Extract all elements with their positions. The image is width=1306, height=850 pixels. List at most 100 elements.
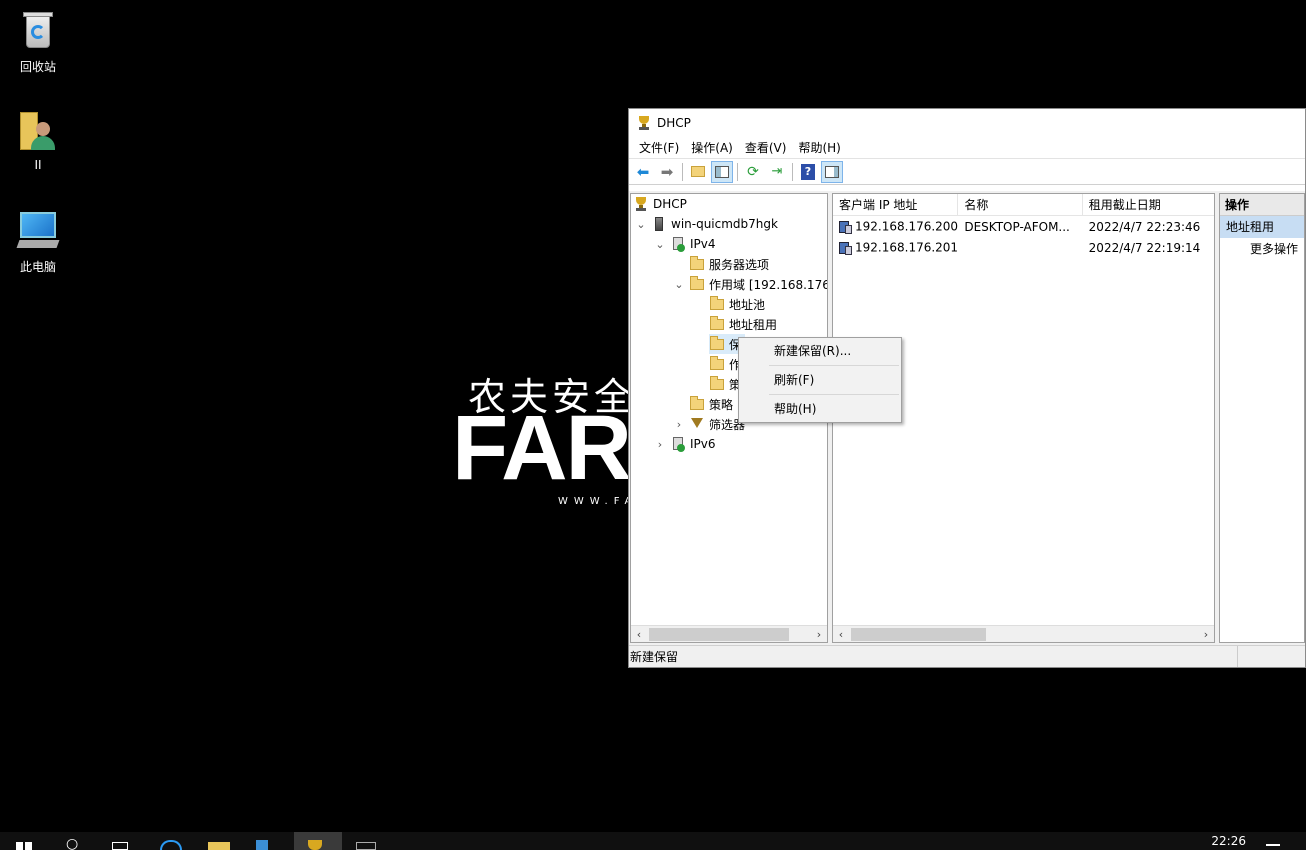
desktop-icon-label: 此电脑	[19, 260, 56, 274]
tree-node-label: IPv6	[690, 437, 716, 451]
lease-expiry: 2022/4/7 22:19:14	[1088, 240, 1201, 255]
tree-node-label: 作用域 [192.168.176.	[709, 277, 828, 292]
policies-icon	[689, 396, 705, 412]
dhcp-taskbar-button[interactable]	[294, 832, 342, 850]
start-windows-icon[interactable]	[16, 842, 32, 850]
export-icon: ⇥	[771, 164, 783, 179]
back-button[interactable]: ⬅	[632, 161, 654, 183]
tree-node-label: 服务器选项	[709, 257, 770, 272]
menu-action[interactable]: 操作(A)	[685, 137, 739, 159]
arrow-left-icon: ⬅	[636, 162, 650, 181]
notification-icon[interactable]	[1266, 844, 1280, 850]
folder-icon	[689, 276, 705, 292]
tree-node-policies[interactable]: 策略	[689, 394, 733, 414]
tree-node-label: 地址租用	[729, 317, 778, 332]
tree-node-label: 策略	[709, 397, 734, 412]
column-header-lease-expiry[interactable]: 租用截止日期	[1083, 194, 1214, 215]
table-row[interactable]: 192.168.176.201 2022/4/7 22:19:14	[833, 237, 1214, 258]
dhcp-window: DHCP 文件(F) 操作(A) 查看(V) 帮助(H) ⬅ ➡ ⟳ ⇥ ? D…	[628, 108, 1306, 668]
task-view-icon[interactable]	[112, 842, 128, 850]
chevron-down-icon[interactable]: ⌄	[673, 278, 685, 291]
dhcp-trophy-icon	[633, 196, 649, 212]
toolbar: ⬅ ➡ ⟳ ⇥ ?	[629, 159, 1305, 185]
computer-icon	[16, 208, 60, 252]
client-name: DESKTOP-AFOM...	[964, 219, 1070, 234]
show-hide-tree-button[interactable]	[711, 160, 733, 183]
tree-node-scope-options[interactable]: 作	[709, 354, 741, 374]
scroll-left-icon[interactable]: ‹	[833, 628, 849, 641]
recycle-bin-icon	[16, 8, 60, 52]
scroll-right-icon[interactable]: ›	[811, 628, 827, 641]
ipv6-icon	[670, 436, 686, 452]
desktop-icon-this-pc[interactable]: 此电脑	[0, 208, 76, 275]
tree-node-address-leases[interactable]: 地址租用	[709, 314, 777, 334]
tree-node-dhcp[interactable]: DHCP	[633, 194, 687, 214]
console-tree-icon	[715, 165, 729, 178]
scroll-left-icon[interactable]: ‹	[631, 628, 647, 641]
more-actions-link[interactable]: 更多操作	[1220, 238, 1304, 260]
taskbar-clock[interactable]: 22:26	[1211, 834, 1246, 848]
menu-help[interactable]: 帮助(H)	[792, 137, 846, 159]
desktop-icon-label: 回收站	[19, 60, 56, 74]
ipv4-icon	[670, 236, 686, 252]
menu-bar: 文件(F) 操作(A) 查看(V) 帮助(H)	[629, 137, 1305, 159]
lease-client-icon	[837, 240, 853, 256]
scroll-right-icon[interactable]: ›	[1198, 628, 1214, 641]
client-ip: 192.168.176.200	[855, 219, 959, 233]
tree-horizontal-scrollbar[interactable]: ‹ ›	[631, 625, 827, 642]
desktop-icon-label: II	[34, 158, 42, 172]
chevron-right-icon[interactable]: ›	[654, 438, 666, 451]
search-icon[interactable]: ○	[66, 836, 78, 850]
command-prompt-icon[interactable]	[356, 842, 376, 850]
internet-explorer-icon[interactable]	[160, 840, 182, 850]
desktop-icon-recycle-bin[interactable]: 回收站	[0, 8, 76, 75]
menu-file[interactable]: 文件(F)	[633, 137, 685, 159]
up-one-level-button[interactable]	[687, 161, 709, 183]
table-row[interactable]: 192.168.176.200 DESKTOP-AFOM... 2022/4/7…	[833, 216, 1214, 237]
menu-item-help[interactable]: 帮助(H)	[739, 396, 901, 422]
folder-up-icon	[691, 166, 705, 177]
tree-node-address-pool[interactable]: 地址池	[709, 294, 765, 314]
server-manager-icon[interactable]	[256, 840, 268, 850]
tree-node-server-options[interactable]: 服务器选项	[689, 254, 769, 274]
tree-node-ipv4[interactable]: ⌄ IPv4	[654, 234, 716, 254]
show-hide-action-pane-button[interactable]	[821, 160, 843, 183]
tree-node-scope[interactable]: ⌄ 作用域 [192.168.176.	[673, 274, 828, 294]
user-folder-icon	[16, 108, 60, 152]
arrow-right-icon: ➡	[660, 162, 674, 181]
tree-node-server[interactable]: ⌄ win-quicmdb7hgk	[635, 214, 778, 234]
forward-button[interactable]: ➡	[656, 161, 678, 183]
tree-node-label: win-quicmdb7hgk	[671, 217, 778, 231]
tree-node-scope-policies[interactable]: 策	[709, 374, 741, 394]
menu-item-new-reservation[interactable]: 新建保留(R)...	[739, 338, 901, 364]
action-section-address-leases[interactable]: 地址租用	[1220, 216, 1304, 238]
list-horizontal-scrollbar[interactable]: ‹ ›	[833, 625, 1214, 642]
dhcp-trophy-icon	[637, 116, 651, 130]
server-icon	[651, 216, 667, 232]
menu-view[interactable]: 查看(V)	[739, 137, 793, 159]
action-pane: 操作 地址租用 更多操作	[1219, 193, 1305, 643]
file-explorer-icon[interactable]	[208, 842, 230, 850]
lease-expiry: 2022/4/7 22:23:46	[1088, 219, 1201, 234]
export-list-button[interactable]: ⇥	[766, 161, 788, 183]
tree-node-label: DHCP	[653, 197, 687, 211]
chevron-down-icon[interactable]: ⌄	[654, 238, 666, 251]
menu-item-refresh[interactable]: 刷新(F)	[739, 367, 901, 393]
column-header-client-ip[interactable]: 客户端 IP 地址	[833, 194, 959, 215]
list-header: 客户端 IP 地址 名称 租用截止日期	[833, 194, 1214, 216]
dhcp-trophy-icon	[308, 840, 322, 850]
tree-node-filters[interactable]: › 筛选器	[673, 414, 745, 434]
column-header-name[interactable]: 名称	[958, 194, 1083, 215]
desktop-icon-user-folder[interactable]: II	[0, 108, 76, 172]
tree-node-label: IPv4	[690, 237, 716, 251]
help-button[interactable]: ?	[797, 161, 819, 183]
tree-node-ipv6[interactable]: › IPv6	[654, 434, 716, 454]
filter-icon	[689, 416, 705, 432]
chevron-down-icon[interactable]: ⌄	[635, 218, 647, 231]
title-bar[interactable]: DHCP	[629, 109, 1305, 137]
refresh-button[interactable]: ⟳	[742, 161, 764, 183]
console-body: DHCP ⌄ win-quicmdb7hgk ⌄ IPv4 服务器选项 ⌄ 作用…	[629, 191, 1305, 645]
chevron-right-icon[interactable]: ›	[673, 418, 685, 431]
context-menu: 新建保留(R)... 刷新(F) 帮助(H)	[738, 337, 902, 423]
folder-options-icon	[689, 256, 705, 272]
